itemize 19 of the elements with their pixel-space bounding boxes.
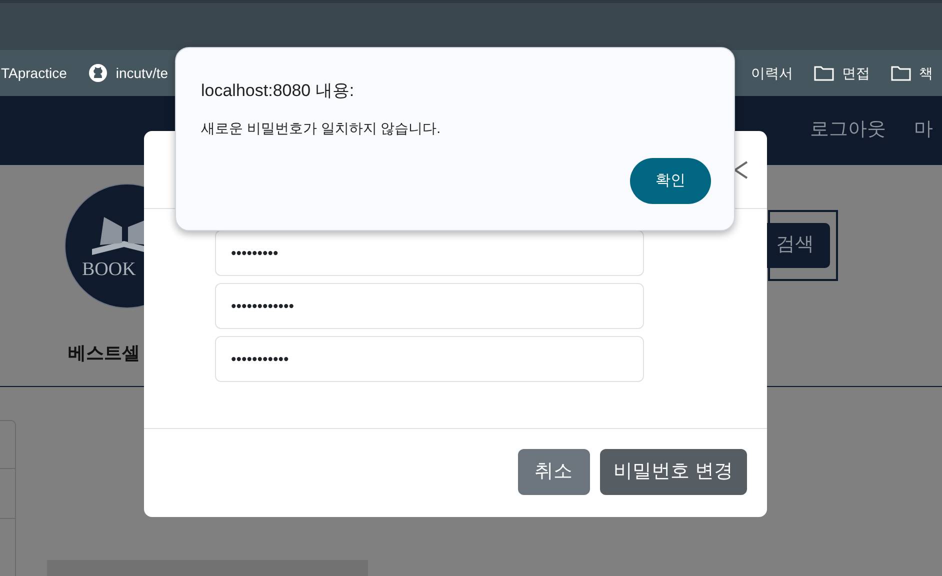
github-icon — [88, 63, 108, 83]
password-field[interactable]: ••••••••••• — [215, 336, 644, 382]
change-password-button[interactable]: 비밀번호 변경 — [600, 449, 747, 495]
password-field[interactable]: ••••••••• — [215, 230, 644, 276]
folder-icon — [814, 65, 834, 81]
nav-link[interactable]: 로그아웃 — [810, 116, 886, 144]
nav-link[interactable]: 마 — [914, 116, 933, 144]
bookmark-link[interactable]: 책 — [891, 62, 934, 84]
alert-title: localhost:8080 내용: — [201, 80, 354, 102]
section-heading: 베스트셀 — [68, 342, 140, 365]
folder-icon — [891, 65, 912, 81]
bookmark-link[interactable]: TApractice — [1, 62, 67, 84]
bookmark-link[interactable]: incutv/te — [88, 62, 168, 84]
password-field[interactable]: •••••••••••• — [215, 283, 644, 329]
bookmark-link[interactable]: 면접 — [814, 62, 870, 84]
alert-message: 새로운 비밀번호가 일치하지 않습니다. — [201, 119, 441, 138]
confirm-button[interactable]: 확인 — [630, 158, 711, 204]
cancel-button[interactable]: 취소 — [518, 449, 590, 495]
bookmark-link[interactable]: 이력서 — [751, 62, 794, 84]
